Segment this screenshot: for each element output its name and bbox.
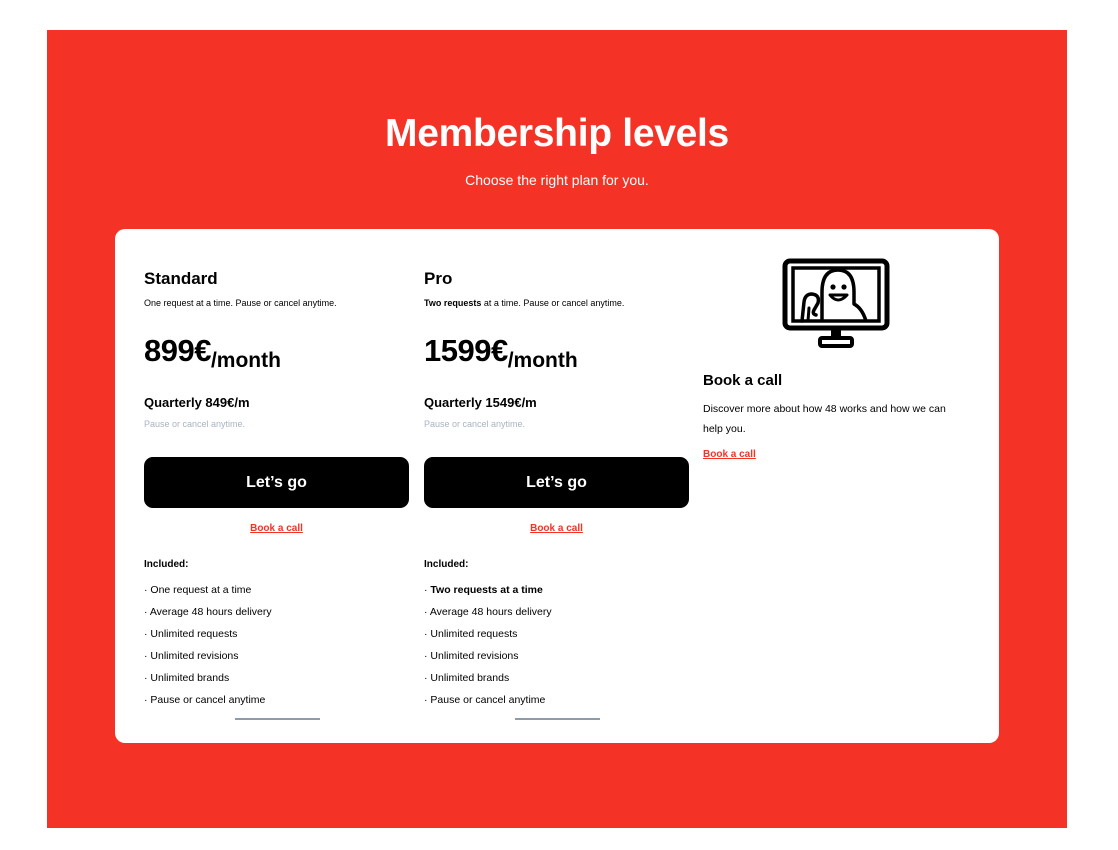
feature-divider — [235, 718, 320, 720]
lets-go-button[interactable]: Let’s go — [424, 457, 689, 508]
pricing-card: Standard One request at a time. Pause or… — [115, 229, 999, 743]
page-subtitle: Choose the right plan for you. — [465, 172, 649, 188]
feature-list: · One request at a time · Average 48 hou… — [144, 579, 272, 711]
feature-item: · Unlimited brands — [424, 672, 510, 684]
book-a-call-link[interactable]: Book a call — [144, 523, 409, 534]
feature-item: · Unlimited brands — [144, 672, 230, 684]
plan-description: Two requests at a time. Pause or cancel … — [424, 298, 624, 308]
plan-name: Pro — [424, 269, 453, 288]
included-title: Included: — [424, 559, 469, 570]
plan-description-text: at a time. Pause or cancel anytime. — [481, 298, 625, 308]
feature-item: · Average 48 hours delivery — [144, 606, 272, 618]
book-call-description: Discover more about how 48 works and how… — [703, 403, 946, 435]
included-title: Included: — [144, 559, 189, 570]
feature-item: · Pause or cancel anytime — [424, 694, 546, 706]
feature-item: · Unlimited requests — [424, 628, 518, 640]
book-a-call-link[interactable]: Book a call — [703, 449, 756, 460]
feature-item: · Pause or cancel anytime — [144, 694, 266, 706]
plan-description-text: One request at a time. Pause or cancel a… — [144, 298, 337, 308]
pricing-section: Membership levels Choose the right plan … — [47, 30, 1067, 828]
feature-item: · Unlimited revisions — [144, 650, 239, 662]
pause-note: Pause or cancel anytime. — [424, 419, 526, 429]
pause-note: Pause or cancel anytime. — [144, 419, 246, 429]
plan-price: 899€/month — [144, 333, 281, 372]
plan-price: 1599€/month — [424, 333, 578, 372]
price-period: /month — [507, 349, 578, 372]
feature-divider — [515, 718, 600, 720]
smiling-person-monitor-icon — [782, 258, 890, 348]
quarterly-price: Quarterly 849€/m — [144, 395, 250, 410]
page-title: Membership levels — [385, 112, 729, 155]
price-period: /month — [210, 349, 281, 372]
feature-item: · Unlimited revisions — [424, 650, 519, 662]
book-a-call-link[interactable]: Book a call — [424, 523, 689, 534]
feature-strong: Two requests at a time — [430, 584, 543, 596]
price-amount: 899€ — [144, 333, 211, 368]
plan-description: One request at a time. Pause or cancel a… — [144, 298, 337, 308]
book-call-panel: Book a call Discover more about how 48 w… — [703, 229, 973, 743]
plan-pro: Pro Two requests at a time. Pause or can… — [424, 229, 690, 743]
feature-item: · Two requests at a time — [424, 579, 552, 601]
plan-name: Standard — [144, 269, 218, 288]
book-call-title: Book a call — [703, 372, 783, 389]
quarterly-price: Quarterly 1549€/m — [424, 395, 537, 410]
feature-list: · Two requests at a time · Average 48 ho… — [424, 579, 552, 711]
lets-go-button[interactable]: Let’s go — [144, 457, 409, 508]
feature-item: · One request at a time — [144, 584, 252, 596]
plan-standard: Standard One request at a time. Pause or… — [144, 229, 410, 743]
plan-description-strong: Two requests — [424, 298, 482, 308]
price-amount: 1599€ — [424, 333, 508, 368]
feature-item: · Unlimited requests — [144, 628, 238, 640]
feature-item: · Average 48 hours delivery — [424, 606, 552, 618]
